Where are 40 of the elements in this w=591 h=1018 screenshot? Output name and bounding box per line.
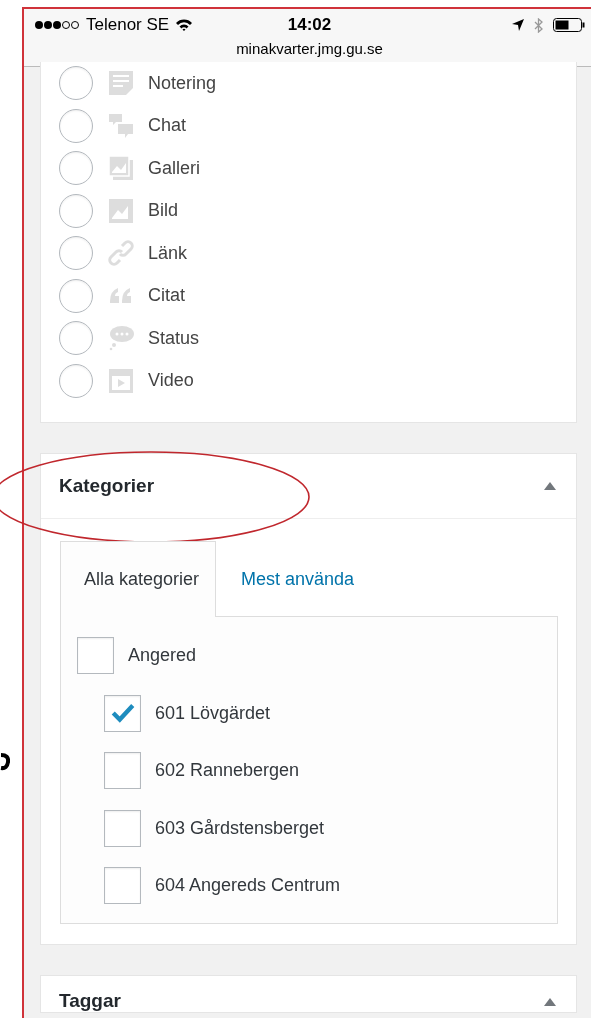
checkbox[interactable] (77, 637, 114, 675)
speech-bubble-icon (108, 325, 134, 352)
format-label: Citat (148, 285, 185, 307)
location-arrow-icon (512, 19, 524, 31)
category-tab[interactable]: Mest använda (216, 541, 370, 617)
format-label: Notering (148, 72, 217, 94)
battery-icon (553, 18, 585, 32)
chat-bubbles-icon (108, 112, 134, 139)
category-label: 604 Angereds Centrum (155, 875, 341, 897)
category-label: 601 Lövgärdet (155, 702, 271, 724)
category-label: 602 Rannebergen (155, 760, 300, 782)
format-label: Galleri (148, 157, 200, 179)
checkbox[interactable] (104, 694, 141, 732)
wifi-icon (175, 18, 194, 32)
note-icon (108, 70, 134, 97)
checkbox[interactable] (104, 809, 141, 847)
video-clapper-icon (108, 367, 134, 394)
format-label: Länk (148, 242, 188, 264)
category-label: 603 Gårdstensberget (155, 817, 325, 839)
url-text: minakvarter.jmg.gu.se (235, 40, 384, 57)
signal-dots-icon (34, 20, 80, 30)
gallery-icon (108, 155, 134, 182)
format-label: Chat (148, 115, 187, 137)
format-label: Status (148, 327, 200, 349)
checkbox[interactable] (104, 867, 141, 905)
image-icon (108, 197, 134, 224)
format-label: Video (148, 370, 194, 392)
link-chain-icon (108, 240, 134, 267)
category-label: Angered (128, 645, 197, 667)
collapse-triangle-icon[interactable] (544, 997, 556, 1006)
box-title: Taggar (59, 989, 121, 1012)
category-tab[interactable]: Alla kategorier (60, 541, 217, 617)
checkbox[interactable] (104, 752, 141, 790)
scribble-mark-icon (0, 752, 10, 772)
bluetooth-icon (534, 17, 543, 33)
collapse-triangle-icon[interactable] (544, 482, 556, 490)
box-title: Kategorier (59, 475, 155, 497)
format-label: Bild (148, 200, 178, 222)
carrier-name: Telenor SE (86, 15, 170, 35)
status-time: 14:02 (287, 15, 332, 35)
